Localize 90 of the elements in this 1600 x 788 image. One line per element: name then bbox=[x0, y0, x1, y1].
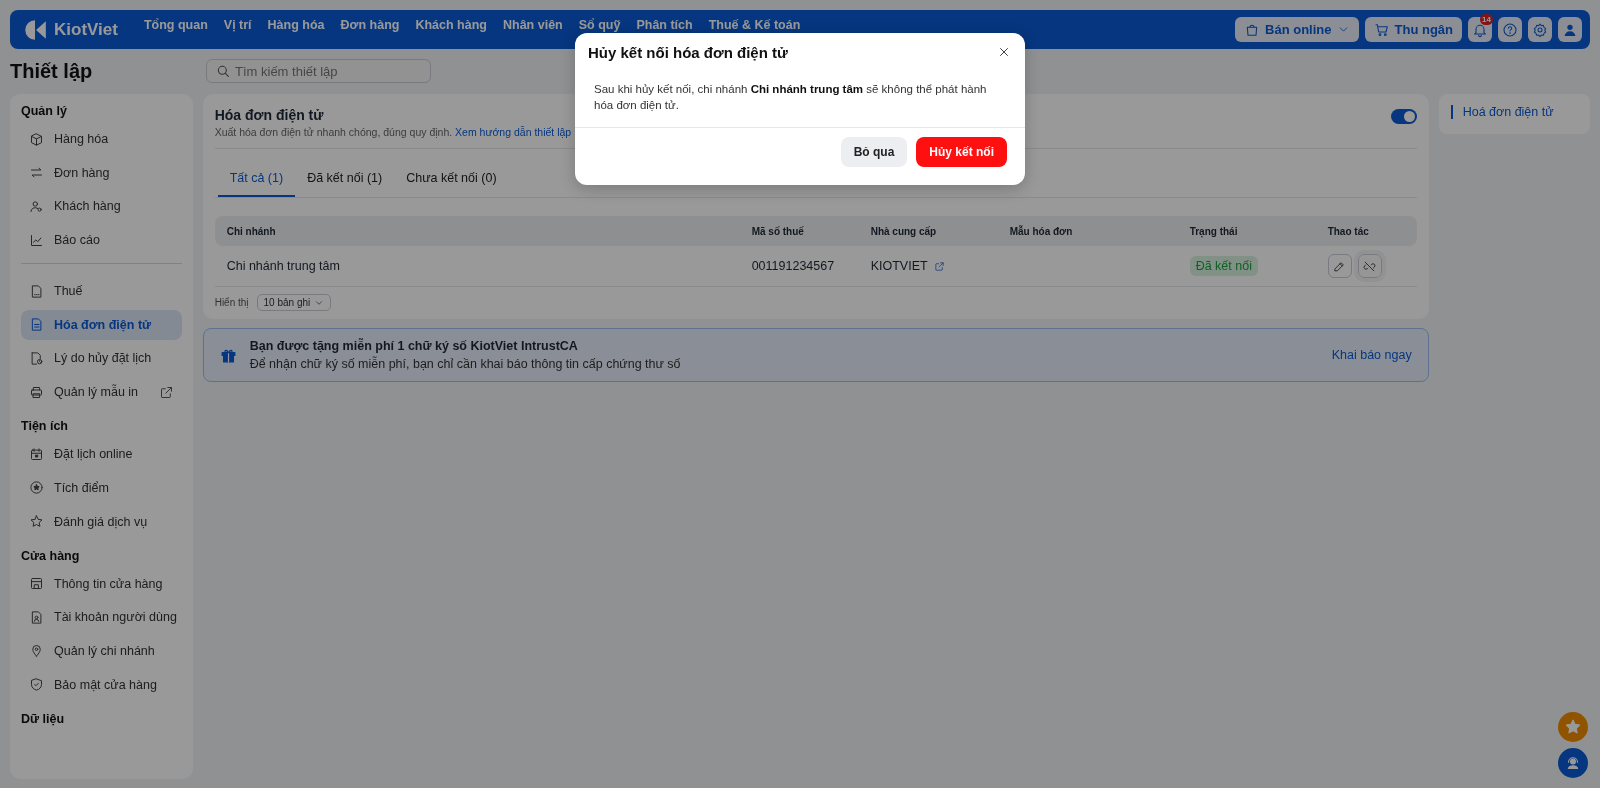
sidebar-item[interactable]: Khách hàng bbox=[21, 191, 182, 222]
document-icon bbox=[29, 283, 44, 299]
calendar-icon bbox=[29, 446, 44, 462]
cart-icon bbox=[1373, 21, 1390, 38]
toggle-switch[interactable] bbox=[1390, 109, 1417, 124]
tab[interactable]: Tất cả (1) bbox=[217, 161, 296, 197]
table-cell-text: Chi nhánh trung tâm bbox=[226, 259, 341, 273]
account-button[interactable] bbox=[1558, 17, 1582, 42]
logo-text[interactable]: KiotViet bbox=[54, 19, 118, 40]
section-heading: Cửa hàng bbox=[21, 548, 81, 565]
sidebar-item[interactable]: Hóa đơn điện tử bbox=[21, 309, 182, 340]
menu-item[interactable]: Đơn hàng bbox=[332, 18, 408, 32]
sidebar-item[interactable]: Quản lý chi nhánh bbox=[21, 635, 182, 666]
star-icon bbox=[29, 514, 44, 529]
menu-item[interactable]: Vị trí bbox=[215, 18, 260, 32]
star-icon bbox=[1564, 718, 1582, 736]
online-sale-button[interactable]: Bán online bbox=[1235, 17, 1359, 42]
edit-button[interactable] bbox=[1327, 254, 1352, 278]
column-header: Chi nhánh bbox=[226, 225, 277, 237]
declare-link[interactable]: Khai báo ngay bbox=[1331, 348, 1412, 362]
menu-item[interactable]: Nhân viên bbox=[495, 18, 571, 32]
help-icon bbox=[1502, 21, 1518, 38]
notification-button[interactable]: 14 bbox=[1468, 17, 1492, 42]
dialog-title: Hủy kết nối hóa đơn điện tử bbox=[588, 44, 788, 61]
box-icon bbox=[29, 131, 44, 147]
user-document-icon bbox=[29, 609, 44, 625]
page-title: Thiết lập bbox=[10, 59, 94, 83]
sidebar-item[interactable]: Bảo mật cửa hàng bbox=[21, 669, 182, 700]
menu-item[interactable]: Phân tích bbox=[628, 18, 701, 32]
section-heading: Tiện ích bbox=[21, 419, 69, 436]
sidebar-item[interactable]: Thuế bbox=[21, 276, 182, 307]
help-button[interactable] bbox=[1498, 17, 1522, 42]
page-size-dropdown[interactable]: 10 bản ghi bbox=[256, 294, 332, 311]
sidebar-item[interactable]: Tích điểm bbox=[21, 472, 182, 503]
anchor-link[interactable]: Hoá đơn điện tử bbox=[1450, 105, 1578, 119]
sidebar-item[interactable]: Thông tin cửa hàng bbox=[21, 568, 182, 599]
table-cell-text: 001191234567 bbox=[751, 259, 836, 273]
cancel-button[interactable]: Bỏ qua bbox=[840, 137, 908, 167]
search-icon bbox=[215, 63, 231, 79]
store-icon bbox=[29, 576, 44, 591]
column-header: Nhà cung cấp bbox=[870, 225, 938, 237]
dialog-message: Sau khi hủy kết nối, chi nhánh Chi nhánh trung tâm sẽ không thể phát hành hóa đơn điện tử. bbox=[575, 61, 1025, 128]
document-icon bbox=[29, 317, 44, 333]
sidebar-item[interactable]: Đơn hàng bbox=[21, 157, 182, 188]
cashier-button[interactable]: Thu ngân bbox=[1364, 17, 1462, 42]
card-description: Xuất hóa đơn điện tử nhanh chóng, đúng quy định. bbox=[214, 126, 454, 138]
user-icon bbox=[29, 198, 44, 214]
page-size-label: Hiển thị bbox=[214, 297, 249, 308]
menu-item[interactable]: Sổ quỹ bbox=[570, 18, 629, 32]
sidebar-item[interactable]: Báo cáo bbox=[21, 225, 182, 256]
support-button[interactable] bbox=[1558, 748, 1588, 778]
promo-title: Bạn được tặng miễn phí 1 chữ ký số KiotViet IntrustCA bbox=[249, 339, 579, 353]
notification-badge: 14 bbox=[1480, 14, 1493, 25]
sidebar-item[interactable]: Hàng hóa bbox=[21, 124, 182, 154]
favorite-button[interactable] bbox=[1558, 712, 1588, 742]
menu-item[interactable]: Thuế & Kế toán bbox=[700, 18, 809, 32]
table-cell: KIOTVIET bbox=[870, 259, 928, 273]
column-header: Trạng thái bbox=[1189, 225, 1239, 237]
column-header: Mã số thuế bbox=[751, 225, 805, 237]
star-circle-icon bbox=[29, 480, 44, 496]
printer-icon bbox=[29, 384, 44, 400]
disconnect-confirm-button[interactable]: Hủy kết nối bbox=[916, 137, 1007, 167]
settings-icon bbox=[1532, 21, 1548, 38]
sidebar-item[interactable]: Lý do hủy đặt lịch bbox=[21, 343, 182, 374]
sidebar-item[interactable]: Tài khoản người dùng bbox=[21, 602, 182, 633]
sidebar-item[interactable]: Đánh giá dịch vụ bbox=[21, 506, 182, 537]
card-title: Hóa đơn điện tử bbox=[214, 107, 325, 123]
line-chart-icon bbox=[29, 232, 44, 248]
location-pin-icon bbox=[29, 643, 44, 659]
section-heading: Dữ liệu bbox=[21, 711, 66, 728]
menu-item[interactable]: Tổng quan bbox=[135, 18, 216, 32]
column-header: Thao tác bbox=[1327, 225, 1370, 237]
tab[interactable]: Đã kết nối (1) bbox=[295, 161, 395, 197]
sidebar-item[interactable]: Quản lý mẫu in bbox=[21, 377, 182, 408]
broken-link-icon bbox=[1363, 259, 1377, 273]
search-field[interactable]: Tìm kiếm thiết lập bbox=[206, 59, 431, 83]
status-badge: Đã kết nối bbox=[1189, 256, 1258, 276]
section-heading: Quản lý bbox=[21, 104, 68, 120]
pencil-icon bbox=[1333, 259, 1347, 273]
external-link-icon bbox=[933, 260, 945, 272]
document-clock-icon bbox=[29, 350, 44, 366]
settings-button[interactable] bbox=[1528, 17, 1552, 42]
sidebar-item[interactable]: Đặt lịch online bbox=[21, 439, 182, 470]
tab[interactable]: Chưa kết nối (0) bbox=[394, 161, 509, 197]
menu-item[interactable]: Hàng hóa bbox=[259, 18, 333, 32]
menu-item[interactable]: Khách hàng bbox=[407, 18, 495, 32]
shield-check-icon bbox=[29, 677, 44, 693]
column-header: Mẫu hóa đơn bbox=[1009, 225, 1074, 237]
guide-link[interactable]: Xem hướng dẫn thiết lập bbox=[455, 126, 572, 138]
promo-text: Để nhận chữ ký số miễn phí, bạn chỉ cần khai báo thông tin cấp chứng thư số bbox=[249, 357, 681, 371]
